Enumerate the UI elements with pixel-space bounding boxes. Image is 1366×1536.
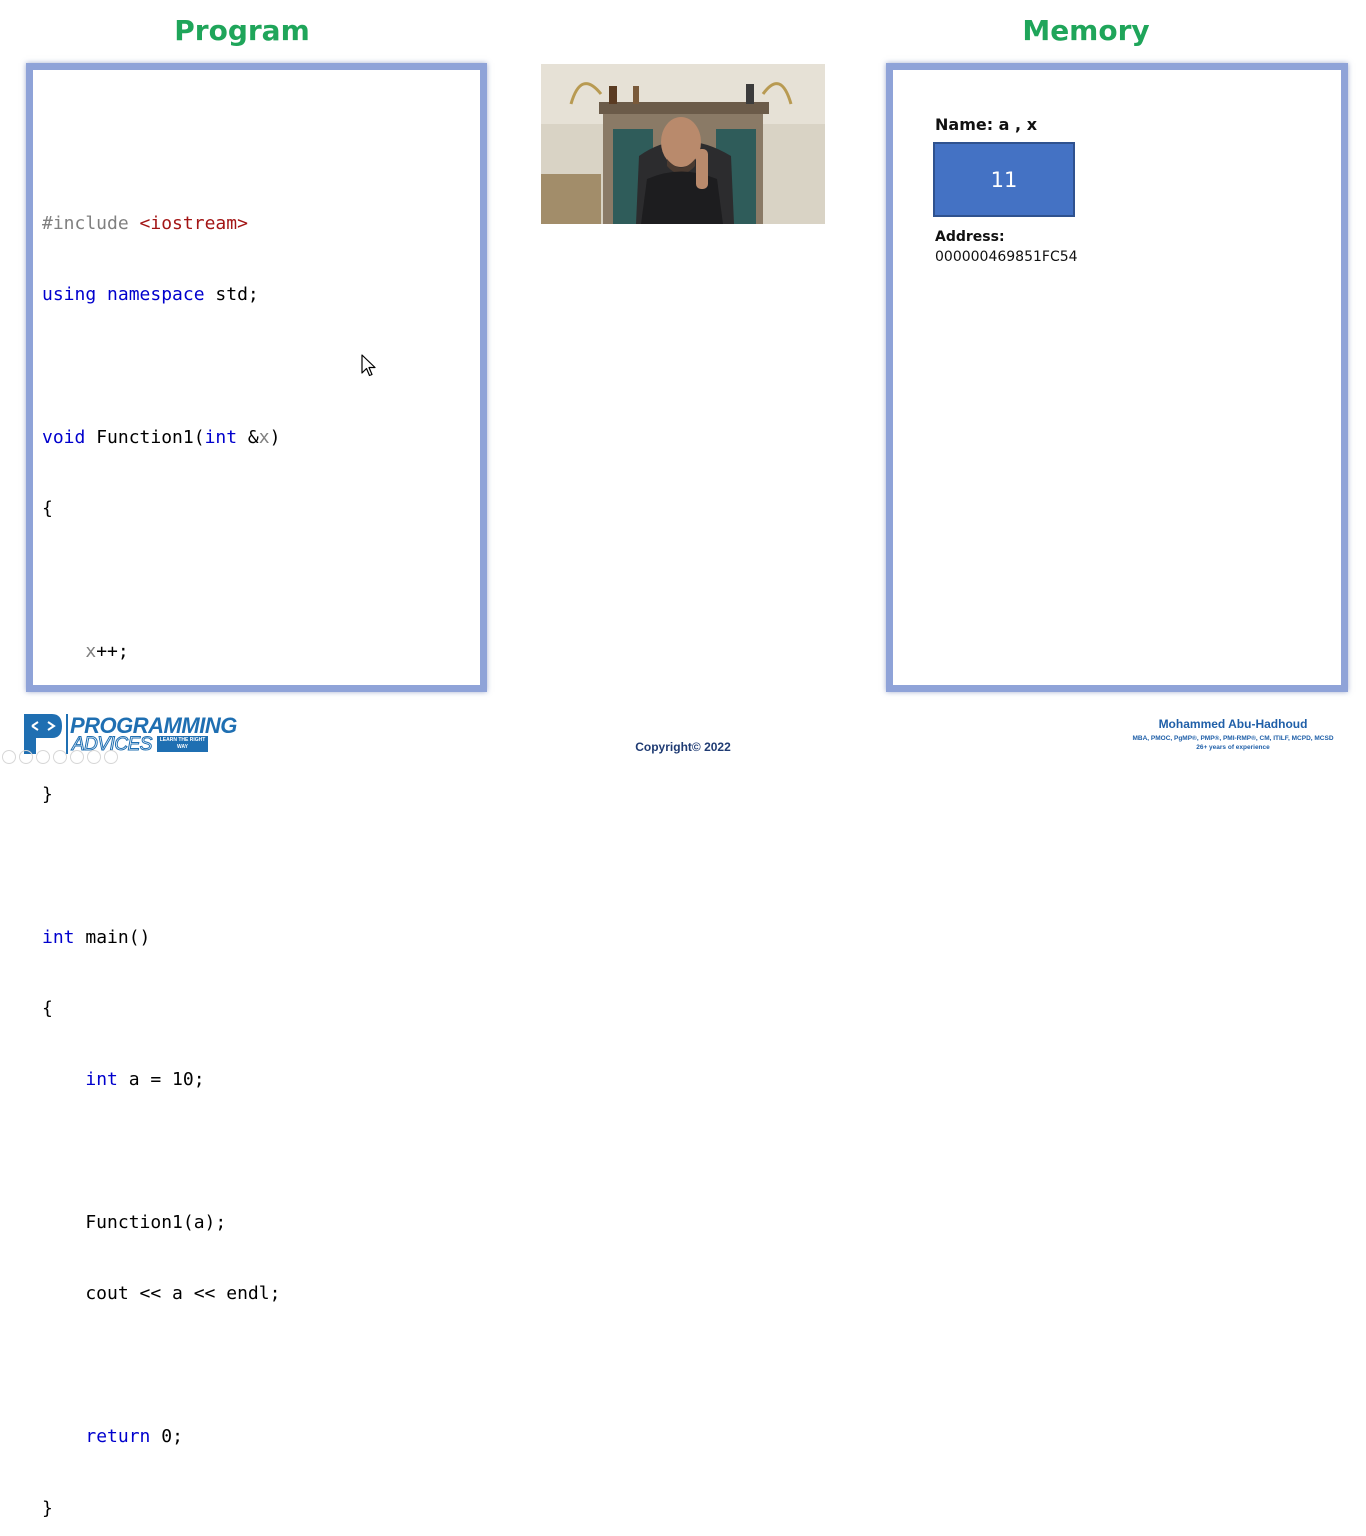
code-line-close-brace: } bbox=[42, 783, 280, 807]
code-text: std; bbox=[204, 283, 259, 305]
code-text: ) bbox=[269, 426, 281, 448]
copyright-text: Copyright© 2022 bbox=[635, 740, 731, 754]
code-line-main: int main() bbox=[42, 926, 280, 950]
address-value: 000000469851FC54 bbox=[935, 249, 1078, 265]
player-control-icon[interactable] bbox=[2, 750, 16, 764]
code-text: } bbox=[42, 1497, 53, 1519]
code-text: a = 10; bbox=[117, 1069, 205, 1091]
code-text: cout << a << endl; bbox=[42, 1283, 281, 1305]
mouse-pointer-icon bbox=[361, 354, 376, 377]
player-control-icon[interactable] bbox=[36, 750, 50, 764]
memory-cell: 11 bbox=[933, 142, 1075, 217]
memory-panel: Name: a , x 11 Address: 000000469851FC54 bbox=[886, 63, 1348, 692]
code-line-increment: x++; bbox=[42, 640, 280, 664]
keyword-token: namespace bbox=[107, 283, 205, 305]
param-token: x bbox=[258, 426, 270, 448]
header-token: <iostream> bbox=[139, 212, 248, 234]
keyword-token: int bbox=[85, 1069, 118, 1091]
memory-cell-value: 11 bbox=[990, 167, 1018, 192]
keyword-token: void bbox=[42, 426, 86, 448]
player-controls bbox=[2, 750, 118, 764]
keyword-token: int bbox=[204, 426, 238, 448]
keyword-token: using bbox=[42, 283, 97, 305]
player-control-icon[interactable] bbox=[70, 750, 84, 764]
code-line-int-a: int a = 10; bbox=[42, 1068, 280, 1092]
code-text: { bbox=[42, 997, 53, 1019]
author-experience: 26+ years of experience bbox=[1196, 744, 1270, 751]
memory-heading: Memory bbox=[1022, 14, 1150, 47]
code-line-using: using namespace std; bbox=[42, 283, 280, 307]
code-line-cout: cout << a << endl; bbox=[42, 1282, 280, 1306]
variable-name-label: Name: a , x bbox=[935, 115, 1038, 134]
keyword-token: return bbox=[85, 1426, 151, 1448]
logo-badge: LEARN THE RIGHT WAY bbox=[157, 736, 208, 752]
code-text: ++; bbox=[96, 640, 129, 662]
author-certifications: MBA, PMOC, PgMP®, PMP®, PMI-RMP®, CM, IT… bbox=[1132, 735, 1334, 742]
address-label: Address: bbox=[935, 229, 1005, 245]
code-line-close-brace: } bbox=[42, 1497, 280, 1521]
program-panel: #include <iostream> using namespace std;… bbox=[26, 63, 487, 1519]
player-control-icon[interactable] bbox=[19, 750, 33, 764]
code-line-function-decl: void Function1(int &x) bbox=[42, 426, 280, 450]
param-token: x bbox=[85, 640, 97, 662]
code-text: main() bbox=[74, 926, 151, 948]
code-line-open-brace: { bbox=[42, 497, 280, 521]
code-text: { bbox=[42, 498, 53, 520]
presenter-video bbox=[541, 64, 825, 224]
author-block: Mohammed Abu-Hadhoud MBA, PMOC, PgMP®, P… bbox=[1110, 717, 1356, 751]
player-control-icon[interactable] bbox=[53, 750, 67, 764]
player-control-icon[interactable] bbox=[104, 750, 118, 764]
code-block: #include <iostream> using namespace std;… bbox=[42, 164, 280, 1536]
code-line-return: return 0; bbox=[42, 1425, 280, 1449]
presenter-video-frame bbox=[541, 64, 825, 224]
preprocessor-token: #include bbox=[42, 212, 129, 234]
code-text: & bbox=[237, 426, 259, 448]
code-text: Function1(a); bbox=[42, 1212, 227, 1234]
code-text: 0; bbox=[150, 1426, 183, 1448]
code-text: Function1( bbox=[85, 426, 205, 448]
code-text: } bbox=[42, 783, 53, 805]
player-control-icon[interactable] bbox=[87, 750, 101, 764]
code-line-include: #include <iostream> bbox=[42, 212, 280, 236]
author-name: Mohammed Abu-Hadhoud bbox=[1158, 717, 1308, 731]
code-line-call: Function1(a); bbox=[42, 1211, 280, 1235]
program-heading: Program bbox=[174, 14, 310, 47]
keyword-token: int bbox=[42, 926, 75, 948]
code-line-open-brace: { bbox=[42, 997, 280, 1021]
